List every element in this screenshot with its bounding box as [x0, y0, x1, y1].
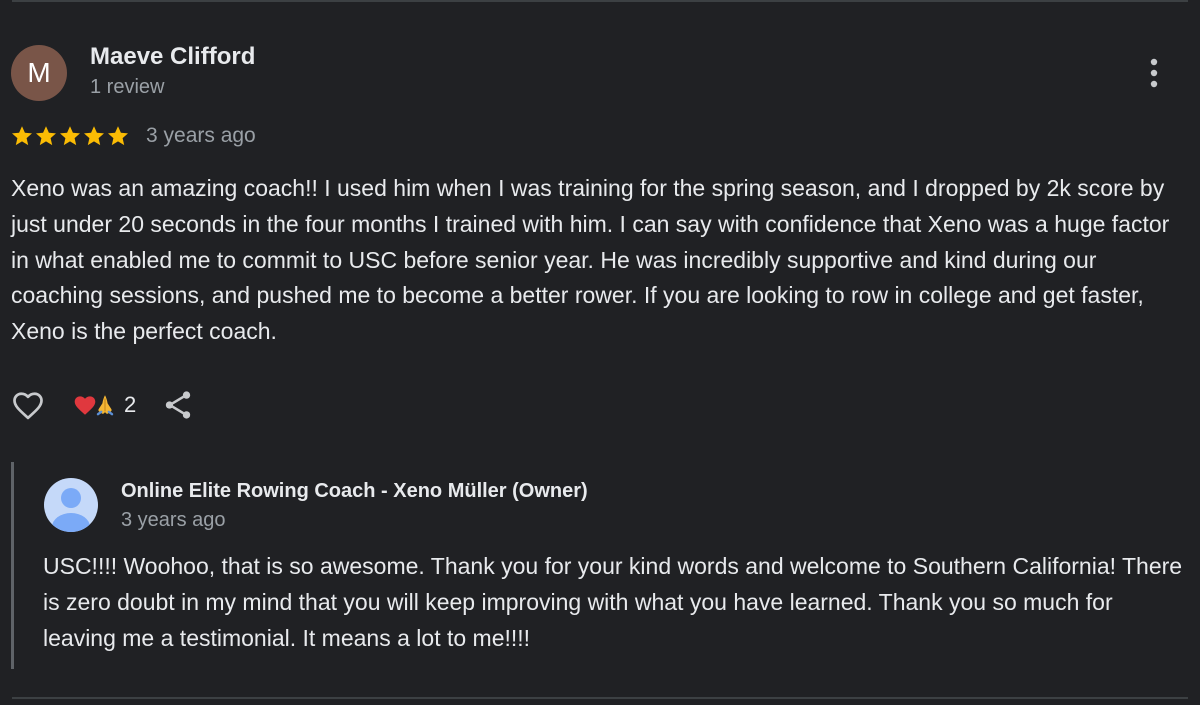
reviewer-avatar[interactable]: M: [11, 45, 67, 101]
reaction-count: 2: [124, 392, 137, 417]
owner-name[interactable]: Online Elite Rowing Coach - Xeno Müller …: [121, 480, 588, 503]
owner-reply-indicator: [11, 462, 14, 669]
star-icon: [60, 126, 80, 146]
reactions[interactable]: 2: [72, 391, 136, 419]
top-divider: [12, 0, 1188, 2]
owner-reply-text: USC!!!! Woohoo, that is so awesome. Than…: [43, 553, 1183, 651]
share-icon[interactable]: [161, 387, 195, 423]
owner-reply-date: 3 years ago: [121, 509, 226, 531]
star-rating: [10, 121, 130, 151]
reviewer-name[interactable]: Maeve Clifford: [90, 43, 255, 71]
star-icon: [36, 126, 56, 146]
review-text: Xeno was an amazing coach!! I used him w…: [11, 175, 1170, 345]
default-profile-icon[interactable]: [43, 477, 99, 533]
star-icon: [84, 126, 104, 146]
reviewer-review-count: 1 review: [90, 76, 165, 98]
bottom-divider: [12, 697, 1188, 699]
review-date: 3 years ago: [146, 124, 256, 147]
star-icon: [12, 126, 32, 146]
more-vertical-icon[interactable]: [1140, 56, 1168, 92]
star-icon: [108, 126, 128, 146]
pray-emoji-icon: [96, 395, 114, 416]
heart-outline-icon[interactable]: [10, 387, 46, 423]
